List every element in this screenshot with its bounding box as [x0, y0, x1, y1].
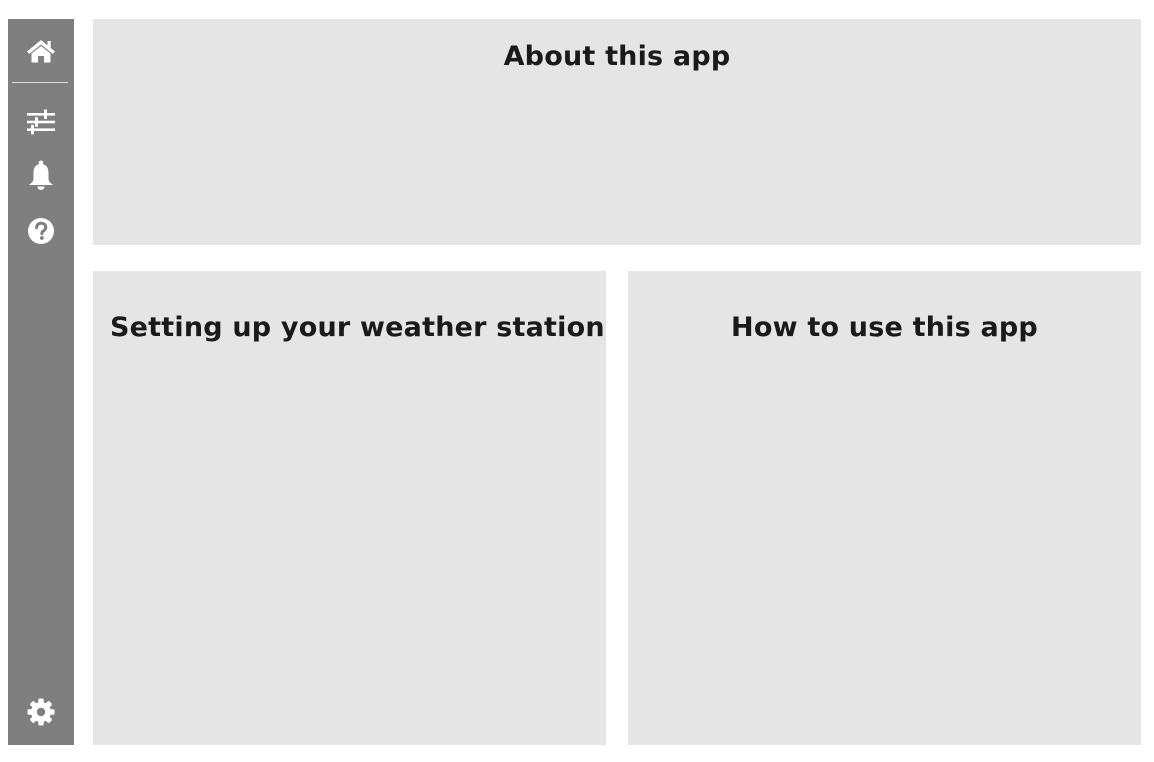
- sidebar-divider: [12, 82, 68, 83]
- setup-panel: Setting up your weather station: [93, 271, 606, 745]
- howto-title: How to use this app: [731, 312, 1038, 343]
- notifications-button[interactable]: [8, 152, 74, 200]
- bell-icon: [27, 160, 55, 192]
- howto-panel: How to use this app: [628, 271, 1141, 745]
- sidebar: [8, 19, 74, 745]
- home-icon: [26, 38, 56, 64]
- setup-title: Setting up your weather station: [110, 312, 605, 343]
- home-button[interactable]: [8, 27, 74, 75]
- sliders-icon: [26, 109, 56, 135]
- filters-button[interactable]: [8, 98, 74, 146]
- about-title: About this app: [503, 41, 731, 72]
- help-button[interactable]: [8, 207, 74, 255]
- gear-icon: [26, 697, 56, 727]
- question-icon: [27, 217, 55, 245]
- settings-button[interactable]: [8, 688, 74, 736]
- about-panel: About this app: [93, 19, 1141, 245]
